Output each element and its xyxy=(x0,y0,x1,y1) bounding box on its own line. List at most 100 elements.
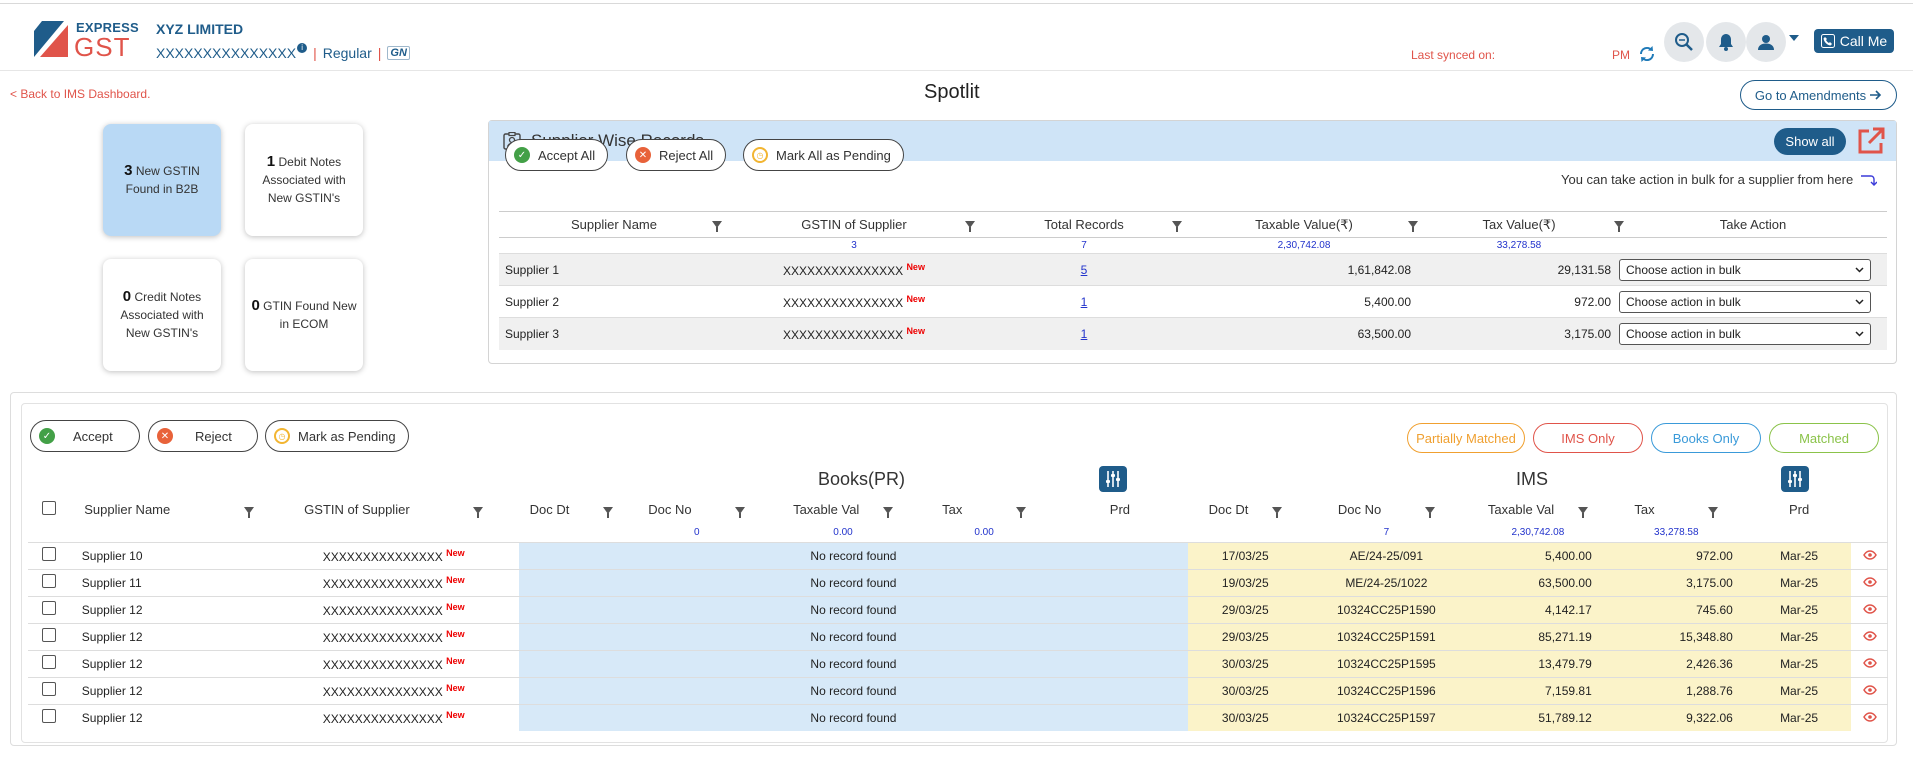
col-ims-tax: Tax xyxy=(1606,494,1747,524)
filter-icon[interactable] xyxy=(735,506,746,518)
external-link-icon[interactable] xyxy=(1856,126,1886,156)
card-text: New GSTIN Found in B2B xyxy=(125,164,200,196)
eye-icon[interactable] xyxy=(1862,630,1877,641)
row-checkbox[interactable] xyxy=(41,709,56,724)
eye-icon[interactable] xyxy=(1862,576,1877,587)
filter-icon[interactable] xyxy=(1271,506,1282,518)
call-me-button[interactable]: Call Me xyxy=(1814,29,1894,53)
express-gst-logo[interactable]: EXPRESS GST xyxy=(34,19,144,62)
reject-button[interactable]: ✕ Reject xyxy=(148,420,258,452)
card-text: Debit Notes Associated with New GSTIN's xyxy=(262,155,346,205)
row-checkbox[interactable] xyxy=(41,574,56,588)
search-button[interactable] xyxy=(1664,22,1704,62)
row-checkbox[interactable] xyxy=(41,682,56,696)
eye-icon[interactable] xyxy=(1862,657,1877,668)
filter-icon[interactable] xyxy=(1172,220,1182,232)
total-records-link[interactable]: 1 xyxy=(1081,295,1088,309)
summary-card-debit-notes[interactable]: 1 Debit Notes Associated with New GSTIN'… xyxy=(245,124,363,236)
filter-icon[interactable] xyxy=(712,220,722,232)
table-row[interactable]: Supplier 12 XXXXXXXXXXXXXXX New No record … xyxy=(28,703,1888,731)
ims-columns-settings-button[interactable] xyxy=(1781,466,1809,492)
gstin-value: XXXXXXXXXXXXXXX xyxy=(783,295,904,310)
sliders-icon xyxy=(1106,471,1120,487)
mark-all-pending-button[interactable]: ◷ Mark All as Pending xyxy=(743,139,904,171)
total-records-link[interactable]: 1 xyxy=(1081,327,1088,341)
ims-only-filter[interactable]: IMS Only xyxy=(1533,423,1643,453)
reject-all-button[interactable]: ✕ Reject All xyxy=(626,139,727,171)
bulk-action-select[interactable]: Choose action in bulk xyxy=(1619,290,1871,313)
filter-icon[interactable] xyxy=(243,506,254,518)
filter-icon[interactable] xyxy=(965,220,975,232)
books-only-filter[interactable]: Books Only xyxy=(1651,423,1761,453)
total-records-link[interactable]: 5 xyxy=(1081,263,1088,277)
accept-all-button[interactable]: ✓ Accept All xyxy=(505,139,609,171)
logo-mark-icon xyxy=(34,21,68,57)
summary-card-credit-notes[interactable]: 0 Credit Notes Associated with New GSTIN… xyxy=(103,259,221,371)
partially-matched-filter[interactable]: Partially Matched xyxy=(1407,423,1525,453)
filter-icon[interactable] xyxy=(1614,220,1624,232)
call-me-label: Call Me xyxy=(1839,33,1888,49)
table-row[interactable]: Supplier 11 XXXXXXXXXXXXXXX New No record … xyxy=(28,568,1888,596)
ims-prd: Mar-25 xyxy=(1746,703,1852,731)
table-row[interactable]: Supplier 12 XXXXXXXXXXXXXXX New No record … xyxy=(28,676,1888,704)
no-record-found: No record found xyxy=(519,622,1188,650)
row-checkbox[interactable] xyxy=(41,655,56,669)
filter-icon[interactable] xyxy=(1408,220,1418,232)
supplier-name: Supplier 12 xyxy=(69,649,269,677)
filter-icon[interactable] xyxy=(473,506,484,518)
filter-icon[interactable] xyxy=(1016,506,1026,518)
summary-card-new-gstin-b2b[interactable]: 3 New GSTIN Found in B2B xyxy=(103,124,221,236)
chevron-down-icon[interactable] xyxy=(1789,35,1799,41)
user-menu-button[interactable] xyxy=(1746,22,1786,62)
info-icon[interactable]: i xyxy=(297,43,308,53)
col-ims-doc-dt: Doc Dt xyxy=(1188,494,1303,524)
table-row[interactable]: Supplier 10 XXXXXXXXXXXXXXX New No record … xyxy=(28,541,1888,569)
eye-icon[interactable] xyxy=(1862,684,1877,695)
table-row[interactable]: Supplier 12 XXXXXXXXXXXXXXX New No record … xyxy=(28,595,1888,623)
chevron-down-icon xyxy=(1855,266,1864,273)
back-to-ims-dashboard-link[interactable]: < Back to IMS Dashboard. xyxy=(10,87,150,101)
new-badge: New xyxy=(906,293,925,304)
matched-filter[interactable]: Matched xyxy=(1769,423,1879,453)
row-checkbox[interactable] xyxy=(41,601,56,615)
filter-icon[interactable] xyxy=(1577,506,1588,518)
summary-card-gtin-ecom[interactable]: 0 GTIN Found New in ECOM xyxy=(245,259,363,371)
eye-icon[interactable] xyxy=(1862,549,1877,560)
notifications-button[interactable] xyxy=(1706,22,1746,62)
select-all-checkbox[interactable] xyxy=(41,500,56,515)
table-row[interactable]: Supplier 12 XXXXXXXXXXXXXXX New No record … xyxy=(28,622,1888,650)
row-checkbox[interactable] xyxy=(41,547,56,561)
app-header: EXPRESS GST XYZ LIMITED XXXXXXXXXXXXXXX … xyxy=(0,5,1913,71)
refresh-icon[interactable] xyxy=(1638,45,1656,63)
clock-icon: ◷ xyxy=(752,147,768,163)
filter-icon[interactable] xyxy=(1424,506,1435,518)
mark-pending-label: Mark as Pending xyxy=(298,428,396,444)
filter-icon[interactable] xyxy=(603,506,614,518)
bulk-action-select[interactable]: Choose action in bulk xyxy=(1619,322,1871,345)
supplier-name: Supplier 12 xyxy=(69,595,269,623)
no-record-found: No record found xyxy=(519,676,1188,704)
taxable-value: 1,61,842.08 xyxy=(1189,253,1419,286)
check-circle-icon: ✓ xyxy=(514,147,530,163)
table-row: Supplier 2 XXXXXXXXXXXXXXX New 1 5,400.00 97… xyxy=(499,285,1887,318)
table-row[interactable]: Supplier 12 XXXXXXXXXXXXXXX New No record … xyxy=(28,649,1888,677)
phone-icon xyxy=(1820,34,1835,48)
filter-icon[interactable] xyxy=(1708,506,1719,518)
col-books-doc-dt: Doc Dt xyxy=(519,494,623,524)
supplier-wise-records-panel: Supplier Wise Records Show all ✓ Accept … xyxy=(488,120,1897,364)
supplier-wise-table: Supplier Name GSTIN of Supplier Total Re… xyxy=(499,211,1887,350)
accept-button[interactable]: ✓ Accept xyxy=(30,420,140,452)
filter-icon[interactable] xyxy=(882,506,893,518)
row-checkbox[interactable] xyxy=(41,628,56,642)
tax-value: 972.00 xyxy=(1419,285,1619,318)
go-to-amendments-button[interactable]: Go to Amendments xyxy=(1740,80,1897,110)
eye-icon[interactable] xyxy=(1862,603,1877,614)
ims-taxable: 13,479.79 xyxy=(1469,649,1606,677)
eye-icon[interactable] xyxy=(1862,711,1877,722)
mark-all-pending-label: Mark All as Pending xyxy=(776,147,891,163)
bulk-action-select[interactable]: Choose action in bulk xyxy=(1619,258,1871,281)
show-all-button[interactable]: Show all xyxy=(1774,128,1846,155)
card-count: 0 xyxy=(251,297,260,314)
mark-pending-button[interactable]: ◷ Mark as Pending xyxy=(265,420,409,452)
books-columns-settings-button[interactable] xyxy=(1099,466,1127,492)
